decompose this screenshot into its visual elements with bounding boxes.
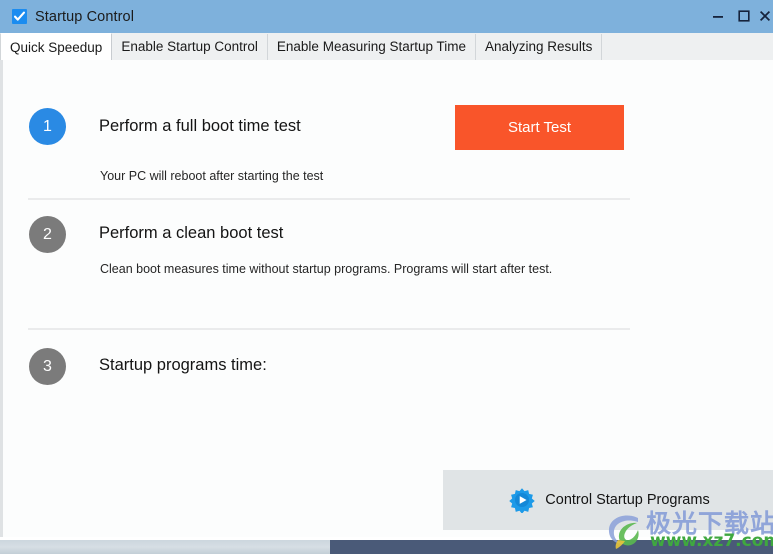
step-row-2: 2 Perform a clean boot test Clean boot m… [3, 216, 773, 316]
tab-analyzing-results[interactable]: Analyzing Results [476, 34, 603, 60]
start-test-button[interactable]: Start Test [455, 105, 624, 150]
quick-speedup-panel: 1 Perform a full boot time test Your PC … [0, 60, 773, 537]
tab-enable-measuring-startup-time[interactable]: Enable Measuring Startup Time [267, 34, 477, 60]
checkbox-checked-icon [12, 9, 27, 24]
control-startup-programs-button[interactable]: Control Startup Programs [509, 487, 710, 513]
step-number-badge-1: 1 [29, 108, 66, 145]
step-number-badge-2: 2 [29, 216, 66, 253]
step-number-badge-3: 3 [29, 348, 66, 385]
tab-quick-speedup[interactable]: Quick Speedup [0, 33, 113, 60]
section-divider-2 [28, 328, 630, 330]
step-title-3: Startup programs time: [99, 356, 267, 374]
window-titlebar: Startup Control [0, 0, 773, 33]
step-subtitle-1: Your PC will reboot after starting the t… [100, 169, 324, 183]
step-row-3: 3 Startup programs time: [3, 348, 773, 408]
step-row-1: 1 Perform a full boot time test Your PC … [3, 84, 773, 184]
startup-control-window: Startup Control Quick Speedup Enable Sta… [0, 0, 773, 554]
step-subtitle-2: Clean boot measures time without startup… [100, 262, 553, 276]
taskbar-strip-dark [330, 540, 773, 554]
step-title-2: Perform a clean boot test [99, 224, 284, 242]
maximize-icon[interactable] [731, 3, 757, 29]
tab-strip: Quick Speedup Enable Startup Control Ena… [0, 33, 773, 60]
desktop-strip-light [0, 540, 330, 554]
tab-enable-startup-control[interactable]: Enable Startup Control [112, 34, 268, 60]
section-divider-1 [28, 198, 630, 200]
minimize-icon[interactable] [705, 3, 731, 29]
bottom-action-panel: Control Startup Programs [443, 470, 773, 530]
gear-play-icon [509, 488, 536, 513]
window-controls [705, 2, 773, 30]
window-title: Startup Control [35, 8, 135, 25]
control-startup-programs-label: Control Startup Programs [545, 492, 710, 508]
close-icon[interactable] [757, 3, 773, 29]
step-title-1: Perform a full boot time test [99, 117, 301, 135]
